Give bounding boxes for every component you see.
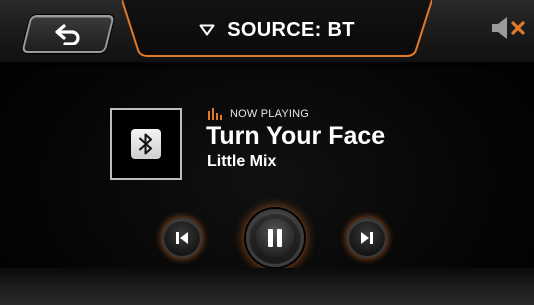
top-bar-shadow xyxy=(0,62,534,70)
now-playing-indicator: NOW PLAYING xyxy=(208,107,309,121)
bluetooth-tile xyxy=(131,129,161,159)
artist-name: Little Mix xyxy=(207,153,277,170)
now-playing-label: NOW PLAYING xyxy=(230,108,310,120)
play-pause-inner xyxy=(254,217,296,259)
skip-next-icon xyxy=(361,232,373,244)
album-art xyxy=(110,108,182,180)
bottom-bar xyxy=(0,268,534,305)
source-label-row: SOURCE: BT xyxy=(122,0,432,60)
source-label: SOURCE: BT xyxy=(227,18,355,41)
back-button[interactable] xyxy=(21,15,115,53)
next-track-button[interactable] xyxy=(347,218,387,258)
song-title: Turn Your Face xyxy=(206,122,386,150)
skip-previous-icon xyxy=(176,232,188,244)
speaker-muted-icon xyxy=(492,17,525,39)
previous-track-button[interactable] xyxy=(162,218,202,258)
source-selector[interactable]: SOURCE: BT xyxy=(122,0,432,60)
play-pause-button[interactable] xyxy=(246,209,304,267)
triangle-down-icon xyxy=(199,19,215,42)
pause-icon xyxy=(268,229,282,247)
bluetooth-icon xyxy=(139,133,152,155)
mute-button[interactable] xyxy=(490,14,530,42)
back-arrow-icon xyxy=(55,24,80,45)
media-screen: SOURCE: BT NOW PLAYING Turn Your Face Li… xyxy=(0,0,534,305)
equalizer-icon xyxy=(208,108,222,120)
